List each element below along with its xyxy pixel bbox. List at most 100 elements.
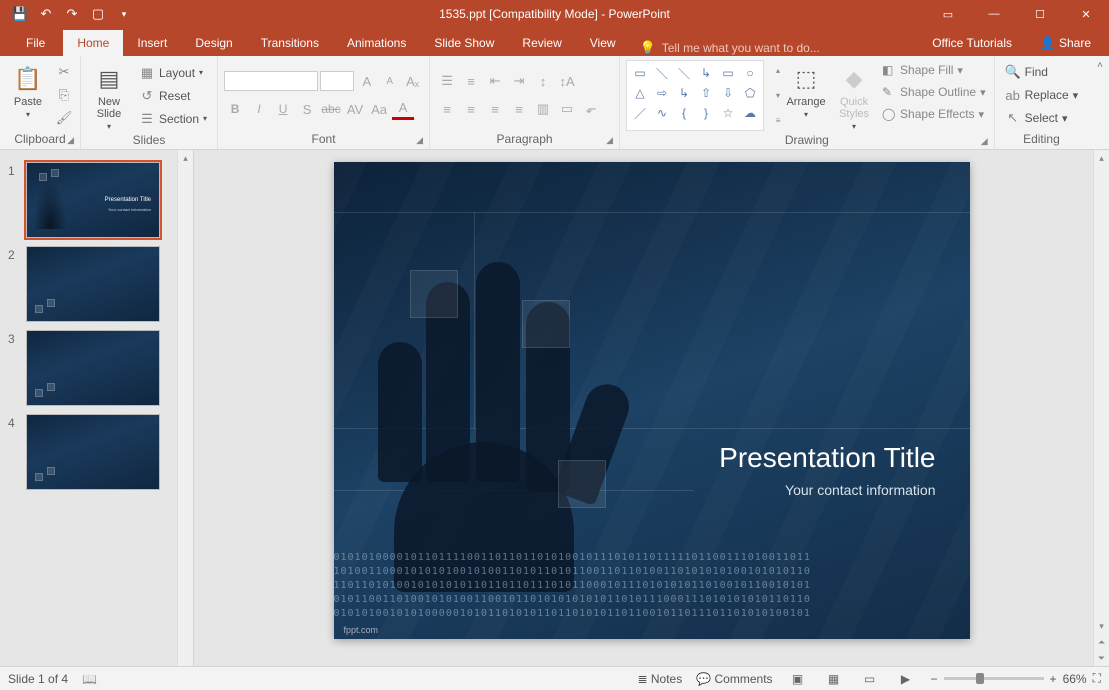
qat-dropdown-icon[interactable]: ▾ (112, 2, 136, 26)
shape-arrow-icon[interactable]: ⇩ (718, 84, 738, 102)
layout-button[interactable]: ▦Layout ▾ (135, 63, 211, 83)
find-button[interactable]: 🔍Find (1001, 62, 1083, 82)
maximize-icon[interactable]: ☐ (1017, 0, 1063, 28)
justify-icon[interactable]: ≡ (508, 98, 530, 120)
slide-thumbnail-2[interactable] (26, 246, 160, 322)
align-left-icon[interactable]: ≡ (436, 98, 458, 120)
align-text-icon[interactable]: ▭ (556, 98, 578, 120)
shape-line-icon[interactable]: ＼ (674, 64, 694, 82)
slide-thumbnail-4[interactable] (26, 414, 160, 490)
slide-subtitle-text[interactable]: Your contact information (785, 482, 935, 498)
shape-arrow-icon[interactable]: ⇧ (696, 84, 716, 102)
decrease-indent-icon[interactable]: ⇤ (484, 70, 506, 92)
bullets-icon[interactable]: ☰ (436, 70, 458, 92)
tell-me-search[interactable]: 💡 Tell me what you want to do... (630, 40, 830, 56)
replace-button[interactable]: abReplace ▾ (1001, 85, 1083, 105)
increase-indent-icon[interactable]: ⇥ (508, 70, 530, 92)
line-spacing-icon[interactable]: ↕ (532, 70, 554, 92)
slide-counter[interactable]: Slide 1 of 4 (8, 672, 68, 686)
shape-callout-icon[interactable]: ☁ (740, 104, 760, 122)
font-name-input[interactable] (224, 71, 318, 91)
font-color-icon[interactable]: A (392, 98, 414, 120)
format-painter-icon[interactable]: 🖌 (54, 108, 74, 128)
dialog-launcher-icon[interactable]: ◢ (606, 135, 613, 146)
sorter-view-icon[interactable]: ▦ (823, 670, 845, 688)
shape-rect-icon[interactable]: ▭ (718, 64, 738, 82)
slide-thumbnail-3[interactable] (26, 330, 160, 406)
undo-icon[interactable]: ↶ (34, 2, 58, 26)
font-size-input[interactable] (320, 71, 355, 91)
comments-button[interactable]: 💬 Comments (696, 672, 772, 686)
save-icon[interactable]: 💾 (8, 2, 32, 26)
decrease-font-icon[interactable]: A (379, 70, 400, 92)
slide-title-text[interactable]: Presentation Title (719, 442, 935, 474)
quick-styles-button[interactable]: ◆ Quick Styles ▾ (832, 60, 876, 131)
notes-button[interactable]: ≣ Notes (637, 672, 682, 686)
change-case-icon[interactable]: Aa (368, 98, 390, 120)
tab-home[interactable]: Home (63, 30, 123, 56)
section-button[interactable]: ☰Section ▾ (135, 109, 211, 129)
slide-canvas[interactable]: 0101010000101101111001101101101010010111… (334, 162, 970, 639)
increase-font-icon[interactable]: A (356, 70, 377, 92)
shapes-gallery[interactable]: ▭＼＼↳▭○ △⇨↳⇧⇩⬠ ／∿{}☆☁ (626, 60, 764, 131)
new-slide-button[interactable]: ▤ New Slide ▾ (87, 60, 131, 131)
cut-icon[interactable]: ✂ (54, 62, 74, 82)
shape-arrow-icon[interactable]: ↳ (674, 84, 694, 102)
shape-triangle-icon[interactable]: △ (630, 84, 650, 102)
tab-insert[interactable]: Insert (123, 30, 181, 56)
columns-icon[interactable]: ▥ (532, 98, 554, 120)
numbering-icon[interactable]: ≡ (460, 70, 482, 92)
collapse-ribbon-icon[interactable]: ˄ (1097, 60, 1103, 71)
minimize-icon[interactable]: ― (971, 0, 1017, 28)
dialog-launcher-icon[interactable]: ◢ (416, 135, 423, 146)
shape-connector-icon[interactable]: ↳ (696, 64, 716, 82)
dialog-launcher-icon[interactable]: ◢ (981, 136, 988, 147)
align-center-icon[interactable]: ≡ (460, 98, 482, 120)
shape-brace-icon[interactable]: { (674, 104, 694, 122)
tab-animations[interactable]: Animations (333, 30, 420, 56)
text-direction-icon[interactable]: ↕A (556, 70, 578, 92)
ribbon-display-icon[interactable]: ▭ (925, 0, 971, 28)
shape-fill-button[interactable]: ◧Shape Fill ▾ (880, 60, 988, 80)
spacing-icon[interactable]: AV (344, 98, 366, 120)
clear-formatting-icon[interactable]: Aₓ (402, 70, 423, 92)
tab-transitions[interactable]: Transitions (247, 30, 333, 56)
italic-icon[interactable]: I (248, 98, 270, 120)
shape-curve-icon[interactable]: ∿ (652, 104, 672, 122)
scroll-up-icon[interactable]: ▴ (178, 150, 193, 166)
tab-slideshow[interactable]: Slide Show (420, 30, 508, 56)
close-icon[interactable]: ✕ (1063, 0, 1109, 28)
shape-rect-icon[interactable]: ▭ (630, 64, 650, 82)
shape-line-icon[interactable]: ＼ (652, 64, 672, 82)
thumbnail-scrollbar[interactable]: ▴ (177, 150, 193, 666)
shape-brace-icon[interactable]: } (696, 104, 716, 122)
shadow-icon[interactable]: S (296, 98, 318, 120)
slide-thumbnail-1[interactable]: Presentation TitleYour contact informati… (26, 162, 160, 238)
bold-icon[interactable]: B (224, 98, 246, 120)
align-right-icon[interactable]: ≡ (484, 98, 506, 120)
share-button[interactable]: 👤 Share (1030, 30, 1101, 56)
shape-line-icon[interactable]: ／ (630, 104, 650, 122)
start-from-beginning-icon[interactable]: ▢ (86, 2, 110, 26)
shape-star-icon[interactable]: ☆ (718, 104, 738, 122)
underline-icon[interactable]: U (272, 98, 294, 120)
paste-button[interactable]: 📋 Paste ▾ (6, 60, 50, 130)
tab-view[interactable]: View (576, 30, 630, 56)
reset-button[interactable]: ↺Reset (135, 86, 211, 106)
strikethrough-icon[interactable]: abc (320, 98, 342, 120)
shape-pentagon-icon[interactable]: ⬠ (740, 84, 760, 102)
tab-file[interactable]: File (8, 30, 63, 56)
zoom-in-icon[interactable]: + (1050, 672, 1057, 686)
shape-arrow-icon[interactable]: ⇨ (652, 84, 672, 102)
select-button[interactable]: ↖Select ▾ (1001, 108, 1083, 128)
zoom-percent[interactable]: 66% (1063, 672, 1087, 686)
copy-icon[interactable]: ⎘ (54, 85, 74, 105)
smartart-icon[interactable]: ⬐ (580, 98, 602, 120)
slideshow-view-icon[interactable]: ▶ (895, 670, 917, 688)
redo-icon[interactable]: ↷ (60, 2, 84, 26)
shape-effects-button[interactable]: ◯Shape Effects ▾ (880, 104, 988, 124)
tab-design[interactable]: Design (181, 30, 246, 56)
normal-view-icon[interactable]: ▣ (787, 670, 809, 688)
office-tutorials-link[interactable]: Office Tutorials (918, 30, 1026, 56)
shape-outline-button[interactable]: ✎Shape Outline ▾ (880, 82, 988, 102)
